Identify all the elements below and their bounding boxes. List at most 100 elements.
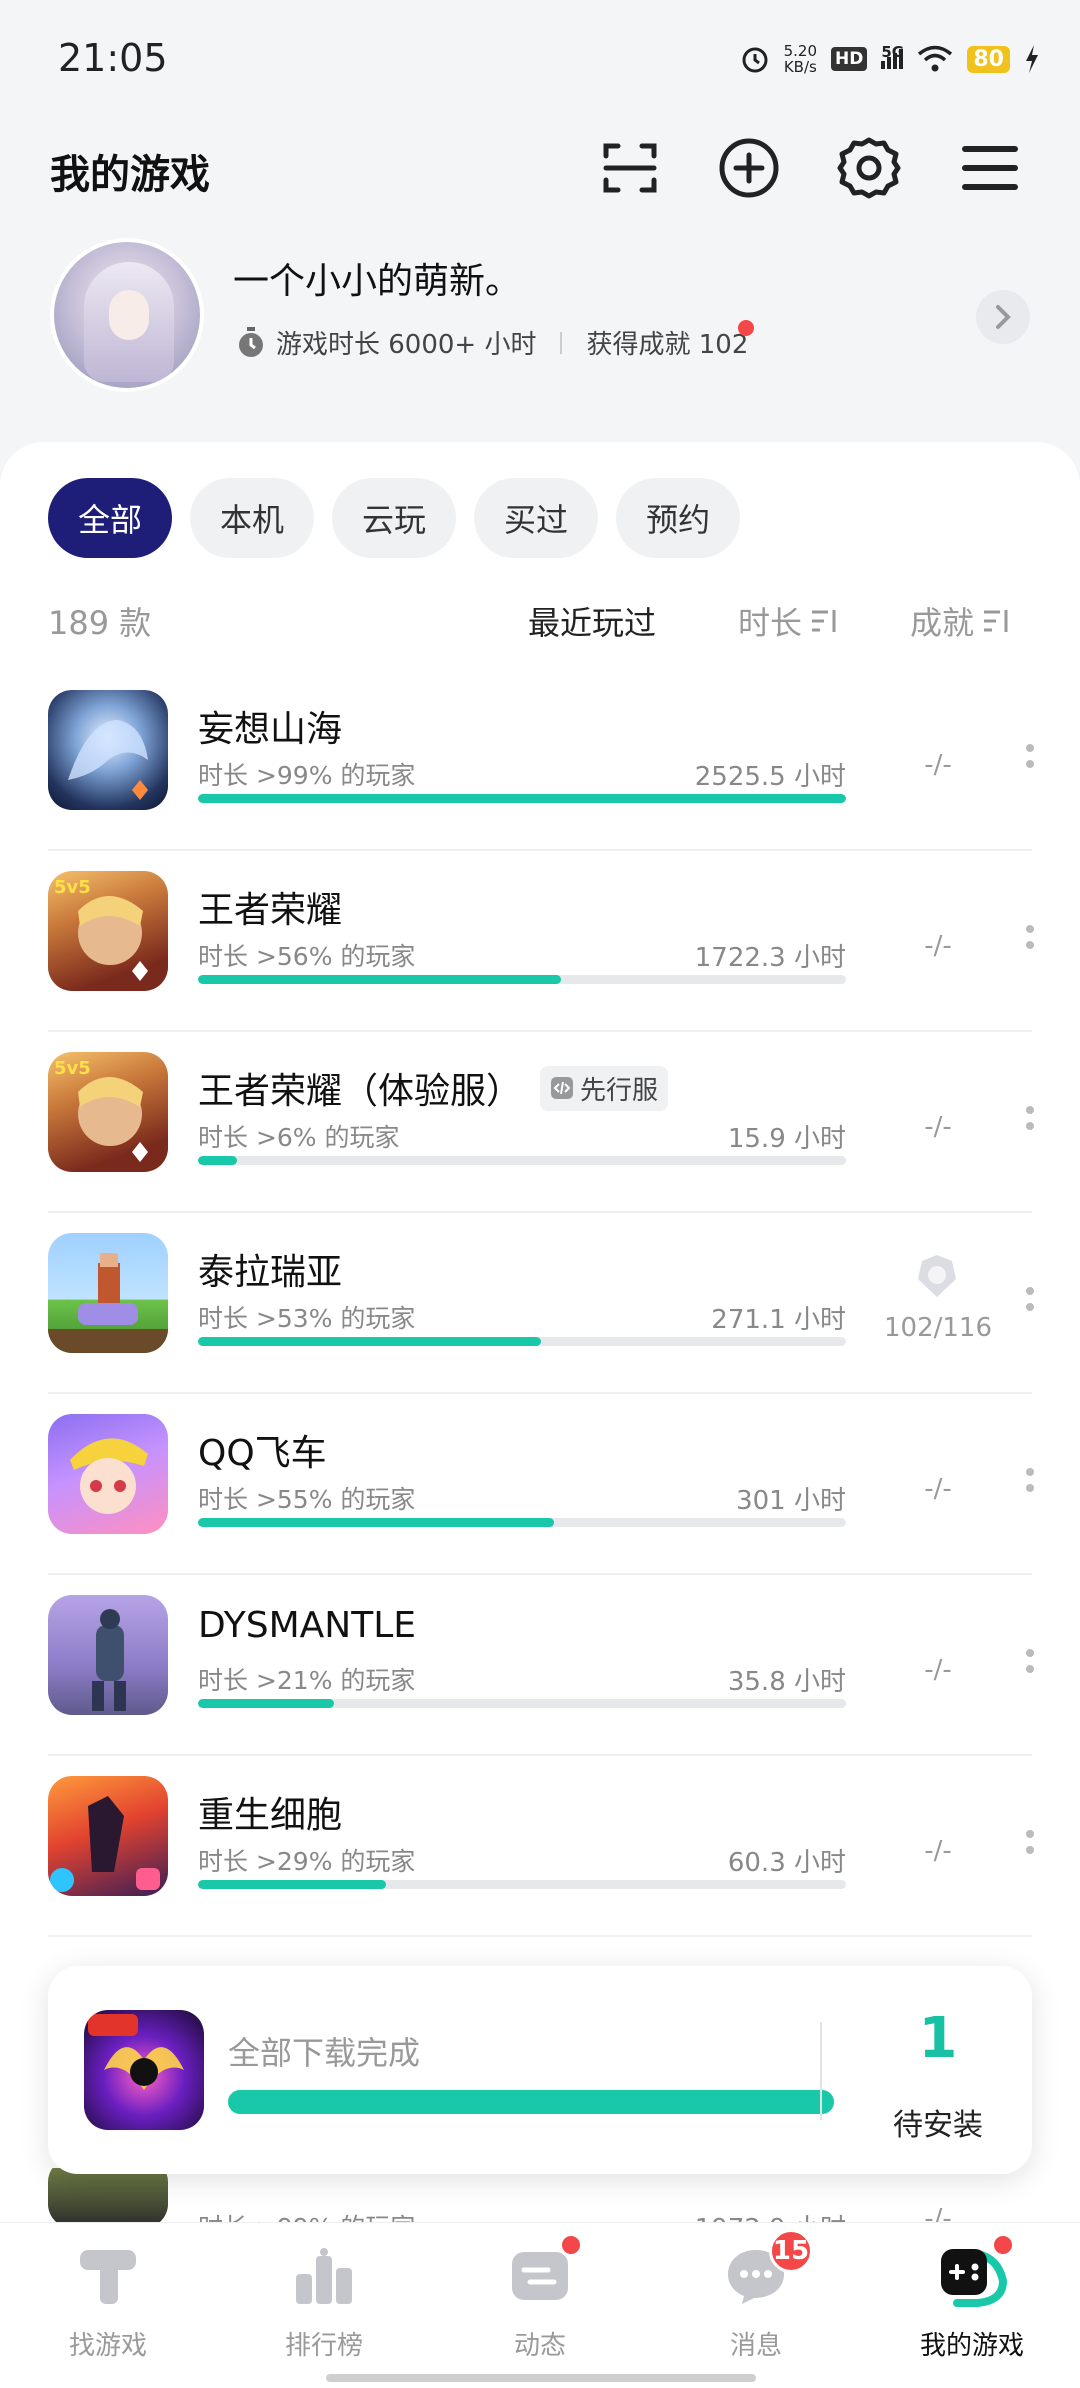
network-speed: 5.20 KB/s [783, 42, 818, 76]
scan-button[interactable] [590, 128, 670, 208]
game-icon-wangxiangshanhai [48, 690, 168, 810]
nav-feed[interactable]: 动态 [432, 2233, 648, 2371]
playtime-hours: 271.1 小时 [711, 1305, 846, 1335]
stopwatch-icon [239, 326, 263, 357]
playtime-rank: 时长 >56% 的玩家 [198, 942, 416, 971]
playtime-rank: 时长 >55% 的玩家 [198, 1485, 416, 1514]
achievement-value: -/- [924, 1836, 952, 1866]
achievement-value: -/- [924, 1655, 952, 1685]
hd-icon: HD [831, 47, 868, 71]
game-icon-qq-speed [48, 1414, 168, 1534]
chip-reserved[interactable]: 预约 [616, 478, 741, 558]
playtime-hours: 301 小时 [736, 1486, 846, 1516]
chip-purchased[interactable]: 买过 [474, 478, 599, 558]
my-games-notification-dot [991, 2233, 1015, 2257]
pending-install-count[interactable]: 1 [838, 2006, 1038, 2071]
alarm-icon [742, 47, 768, 73]
playtime-bar [198, 975, 846, 984]
playtime-hours: 60.3 小时 [727, 1848, 846, 1878]
game-row[interactable]: 5v5 王者荣耀 时长 >56% 的玩家 1722.3 小时 -/- [0, 851, 1080, 1032]
game-name: 重生细胞 [198, 1795, 343, 1836]
partial-game-row[interactable]: 时长 >99% 的玩家 1972.9 小时 -/- [0, 2168, 1080, 2228]
achievement-notification-dot [738, 320, 754, 336]
achievement-text[interactable]: 获得成就 102 [586, 324, 748, 361]
download-progress-bar [228, 2090, 834, 2114]
more-options-icon[interactable] [1026, 1287, 1036, 1311]
achievement-value: -/- [924, 1474, 952, 1504]
playtime-bar [198, 1337, 846, 1346]
status-bar: 21:05 5.20 KB/s HD 5G 80 [0, 0, 1080, 120]
more-options-icon[interactable] [1026, 744, 1036, 768]
menu-icon [962, 146, 1018, 190]
more-options-icon[interactable] [1026, 1830, 1036, 1854]
game-name: 泰拉瑞亚 [198, 1252, 343, 1293]
playtime-hours: 2525.5 小时 [694, 762, 846, 792]
settings-icon [837, 137, 901, 199]
add-game-button[interactable] [709, 128, 789, 208]
sort-playtime[interactable]: 时长 [738, 598, 840, 644]
chevron-right-icon [996, 305, 1011, 329]
chip-cloud[interactable]: 云玩 [332, 478, 457, 558]
game-row[interactable]: DYSMANTLE 时长 >21% 的玩家 35.8 小时 -/- [0, 1575, 1080, 1756]
download-status-text: 全部下载完成 [228, 2034, 421, 2072]
more-options-icon[interactable] [1026, 1649, 1036, 1673]
profile-stats: 游戏时长 6000+ 小时 获得成就 102 [236, 324, 748, 361]
svg-text:5v5: 5v5 [54, 877, 91, 898]
game-row[interactable]: 重生细胞 时长 >29% 的玩家 60.3 小时 -/- [0, 1756, 1080, 1937]
more-options-icon[interactable] [1026, 1468, 1036, 1492]
game-icon-partial [48, 2168, 168, 2228]
game-name: 妄想山海 [198, 709, 343, 750]
playtime-bar [198, 1880, 846, 1889]
sort-icon [984, 610, 1008, 632]
nav-my-games[interactable]: 我的游戏 [864, 2233, 1080, 2371]
bottom-navigation: 找游戏 排行榜 动态 15 消息 我的游戏 [0, 2222, 1080, 2388]
settings-button[interactable] [829, 128, 909, 208]
filter-chips: 全部 本机 云玩 买过 预约 [48, 478, 741, 558]
chip-all[interactable]: 全部 [48, 478, 173, 558]
add-icon [719, 138, 779, 198]
game-name: QQ飞车 [198, 1433, 327, 1474]
message-count-badge: 15 [769, 2229, 813, 2273]
playtime-bar [198, 1156, 846, 1165]
game-row[interactable]: 泰拉瑞亚 时长 >53% 的玩家 271.1 小时 102/116 [0, 1213, 1080, 1394]
playtime-rank: 时长 >21% 的玩家 [198, 1666, 416, 1695]
find-games-icon [80, 2250, 136, 2304]
profile-arrow-button[interactable] [976, 290, 1030, 344]
achievement-value: 102/116 [883, 1313, 992, 1343]
game-name: 王者荣耀（体验服） 先行服 [198, 1062, 669, 1114]
playtime-rank: 时长 >99% 的玩家 [198, 761, 416, 790]
game-icon-terraria [48, 1233, 168, 1353]
playtime-hours: 1722.3 小时 [694, 943, 846, 973]
more-options-icon[interactable] [1026, 925, 1036, 949]
wifi-icon [918, 45, 953, 72]
download-status-card[interactable]: 全部下载完成 1 待安装 [48, 1966, 1032, 2174]
profile-section[interactable]: 一个小小的萌新。 游戏时长 6000+ 小时 获得成就 102 [0, 230, 1080, 410]
avatar[interactable] [50, 238, 204, 392]
more-options-icon[interactable] [1026, 1106, 1036, 1130]
sort-row: 189 款 最近玩过 时长 成就 [0, 590, 1080, 650]
achievement-value: -/- [924, 1112, 952, 1142]
menu-button[interactable] [950, 128, 1030, 208]
game-row[interactable]: 5v5 王者荣耀（体验服） 先行服 时长 >6% 的玩家 15.9 小时 -/- [0, 1032, 1080, 1213]
game-name: 王者荣耀 [198, 890, 343, 931]
game-icon-honor-of-kings: 5v5 [48, 871, 168, 991]
playtime-hours: 35.8 小时 [727, 1667, 846, 1697]
ranking-icon [296, 2248, 352, 2304]
chip-local[interactable]: 本机 [190, 478, 315, 558]
battery-indicator: 80 [967, 45, 1010, 73]
sort-recent[interactable]: 最近玩过 [528, 598, 656, 644]
pending-install-label[interactable]: 待安装 [838, 2100, 1038, 2144]
home-indicator[interactable] [326, 2374, 756, 2382]
playtime-bar [198, 1699, 846, 1708]
nav-find-games[interactable]: 找游戏 [0, 2241, 216, 2371]
svg-text:5v5: 5v5 [54, 1058, 91, 1079]
game-row[interactable]: QQ飞车 时长 >55% 的玩家 301 小时 -/- [0, 1394, 1080, 1575]
nav-messages[interactable]: 15 消息 [648, 2229, 864, 2371]
download-divider [820, 2022, 822, 2120]
game-row[interactable]: 妄想山海 时长 >99% 的玩家 2525.5 小时 -/- [0, 670, 1080, 851]
playtime-rank: 时长 >29% 的玩家 [198, 1847, 416, 1876]
sort-achievement[interactable]: 成就 [910, 598, 1012, 644]
code-icon [551, 1077, 574, 1099]
nav-ranking[interactable]: 排行榜 [216, 2241, 432, 2371]
status-icons: 5.20 KB/s HD 5G 80 [740, 34, 1040, 84]
